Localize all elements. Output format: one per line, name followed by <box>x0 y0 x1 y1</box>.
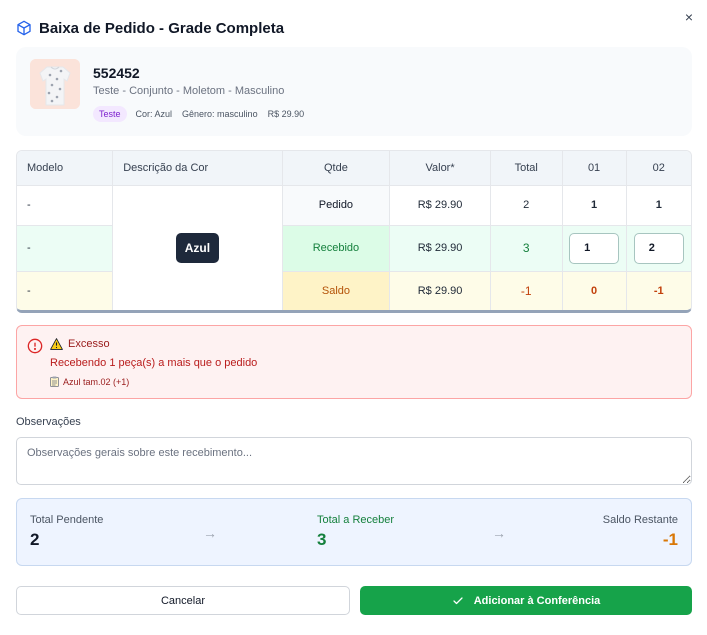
pending-value: 2 <box>30 530 40 549</box>
remaining-value: -1 <box>662 530 678 549</box>
size-02-quantity-input[interactable] <box>633 232 684 264</box>
modelo-cell: - <box>17 271 114 310</box>
cancel-button[interactable]: Cancelar <box>16 586 350 615</box>
product-code: 552452 <box>93 65 140 81</box>
valor-cell: R$ 29.90 <box>389 185 491 226</box>
remaining-label: Saldo Restante <box>602 514 678 526</box>
product-thumbnail <box>30 59 80 109</box>
col-header-size-02: 02 <box>626 151 691 186</box>
size-01-cell: 1 <box>562 185 627 226</box>
size-02-cell: -1 <box>626 271 691 310</box>
modelo-cell: - <box>17 225 114 272</box>
alert-message: Recebendo 1 peça(s) a mais que o pedido <box>50 357 258 369</box>
arrow-right-icon: → <box>203 525 217 541</box>
observations-field[interactable] <box>16 437 692 485</box>
add-to-conference-button[interactable]: Adicionar à Conferência <box>360 586 692 615</box>
order-receipt-modal: Baixa de Pedido - Grade Completa × 55245… <box>0 0 707 635</box>
product-price: R$ 29.90 <box>267 109 305 119</box>
receive-summary: Total a Receber 3 <box>317 514 394 550</box>
box-icon <box>16 20 32 36</box>
product-tags: Teste Cor: Azul Gênero: masculino R$ 29.… <box>93 106 314 122</box>
col-header-valor: Valor* <box>389 151 491 186</box>
close-icon[interactable]: × <box>681 9 697 25</box>
valor-cell: R$ 29.90 <box>389 225 491 272</box>
size-02-input-cell <box>626 225 691 272</box>
size-01-quantity-input[interactable] <box>569 232 620 264</box>
pending-label: Total Pendente <box>30 514 104 526</box>
product-color: Cor: Azul <box>135 109 173 119</box>
alert-detail-text: Azul tam.02 (+1) <box>63 376 130 387</box>
alert-detail: Azul tam.02 (+1) <box>50 376 129 387</box>
color-description-cell: Azul <box>112 185 283 310</box>
row-label-pedido: Pedido <box>282 185 391 226</box>
color-badge: Azul <box>175 233 220 263</box>
total-cell: -1 <box>490 271 563 310</box>
receive-label: Total a Receber <box>317 514 395 526</box>
remaining-summary: Saldo Restante -1 <box>603 514 678 550</box>
size-02-cell: 1 <box>626 185 691 226</box>
alert-title-row: Excesso <box>50 338 110 350</box>
size-grid: Modelo Descrição da Cor Qtde Valor* Tota… <box>16 150 692 313</box>
check-icon <box>452 595 464 607</box>
total-cell: 3 <box>490 225 563 272</box>
row-label-saldo: Saldo <box>282 271 391 310</box>
size-grid-table: Modelo Descrição da Cor Qtde Valor* Tota… <box>17 151 691 310</box>
size-01-cell: 0 <box>562 271 627 310</box>
arrow-right-icon: → <box>492 525 506 541</box>
warning-icon <box>50 338 63 350</box>
col-header-cor: Descrição da Cor <box>112 151 283 186</box>
observations-label: Observações <box>16 416 81 428</box>
table-row-pedido: - Azul Pedido R$ 29.90 2 1 1 <box>17 185 691 310</box>
col-header-size-01: 01 <box>562 151 627 186</box>
col-header-qtde: Qtde <box>282 151 391 186</box>
row-label-recebido: Recebido <box>282 225 391 272</box>
table-header-row: Modelo Descrição da Cor Qtde Valor* Tota… <box>17 151 691 186</box>
summary-panel: Total Pendente 2 → Total a Receber 3 → S… <box>16 498 692 566</box>
pending-summary: Total Pendente 2 <box>30 514 103 550</box>
col-header-modelo: Modelo <box>17 151 114 186</box>
product-gender: Gênero: masculino <box>182 109 258 119</box>
valor-cell: R$ 29.90 <box>389 271 491 310</box>
product-card: 552452 Teste - Conjunto - Moletom - Masc… <box>16 47 692 136</box>
size-01-input-cell <box>562 225 627 272</box>
receive-value: 3 <box>317 530 327 549</box>
total-cell: 2 <box>490 185 563 226</box>
brand-badge: Teste <box>93 106 127 122</box>
excess-alert: Excesso Recebendo 1 peça(s) a mais que o… <box>16 325 692 399</box>
alert-circle-icon <box>27 338 43 354</box>
clipboard-icon <box>50 376 59 387</box>
modal-header: Baixa de Pedido - Grade Completa <box>16 16 691 40</box>
alert-title: Excesso <box>68 338 110 350</box>
modelo-cell: - <box>17 185 114 226</box>
product-description: Teste - Conjunto - Moletom - Masculino <box>93 85 285 97</box>
modal-title: Baixa de Pedido - Grade Completa <box>39 19 285 37</box>
col-header-total: Total <box>490 151 563 186</box>
confirm-label: Adicionar à Conferência <box>473 594 601 607</box>
